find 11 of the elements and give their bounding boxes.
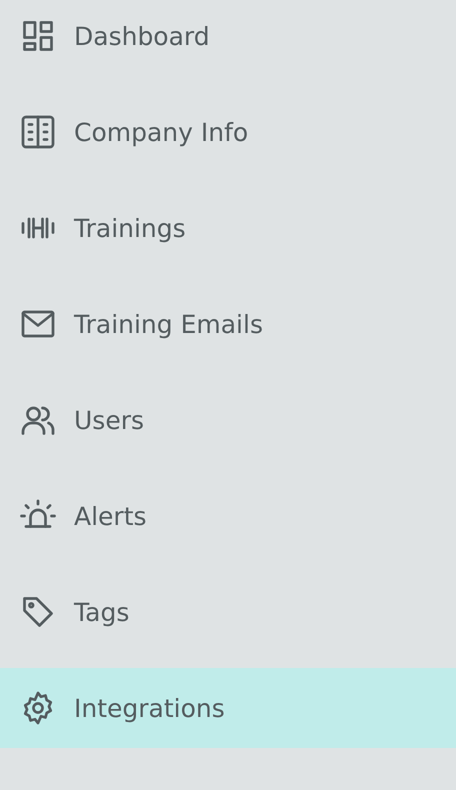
sidebar-item[interactable]: Integrations [0, 668, 456, 748]
sidebar-item[interactable]: Trainings [0, 188, 456, 268]
tag-icon [20, 594, 56, 630]
sidebar-item[interactable]: Alerts [0, 476, 456, 556]
sidebar-item[interactable]: Tags [0, 572, 456, 652]
sidebar-item[interactable]: Dashboard [0, 0, 456, 76]
building-icon [20, 114, 56, 150]
sidebar-item[interactable]: Training Emails [0, 284, 456, 364]
sidebar-item[interactable]: Company Info [0, 92, 456, 172]
dashboard-icon [20, 18, 56, 54]
sidebar-item[interactable]: Users [0, 380, 456, 460]
